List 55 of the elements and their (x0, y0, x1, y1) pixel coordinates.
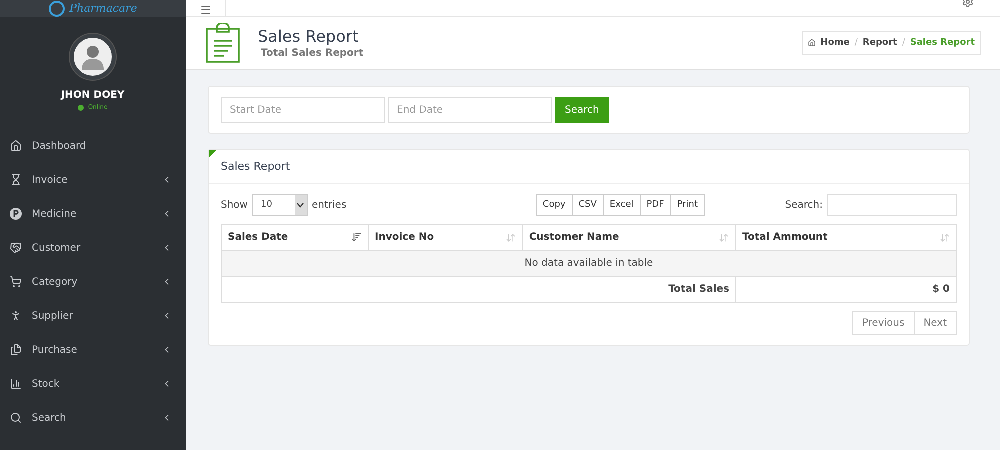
end-date-field[interactable]: End Date (388, 97, 552, 123)
breadcrumb-separator: / (902, 38, 906, 48)
sidebar-item[interactable]: Medicine (0, 197, 186, 231)
bar-chart-icon (10, 378, 22, 390)
sidebar-item[interactable]: Purchase (0, 333, 186, 367)
export-button[interactable]: PDF (640, 194, 672, 216)
person-icon (10, 310, 22, 322)
column-header[interactable]: Sales Date (222, 224, 368, 250)
column-header[interactable]: Invoice No (368, 224, 523, 250)
pagination-button[interactable]: Previous (852, 311, 915, 335)
user-name: JHON DOEY (61, 90, 125, 101)
search-field[interactable] (826, 194, 957, 216)
column-header[interactable]: Customer Name (522, 224, 736, 250)
search-icon (10, 412, 22, 424)
clipboard-icon (206, 23, 240, 63)
cart-icon (10, 276, 22, 288)
empty-message: No data available in table (222, 250, 956, 276)
page-subtitle: Total Sales Report (261, 48, 365, 59)
documents-icon (10, 344, 22, 356)
export-button[interactable]: Copy (536, 194, 573, 216)
export-button[interactable]: Excel (602, 194, 641, 216)
show-label: Show (221, 200, 248, 210)
person-silhouette-icon (82, 44, 104, 70)
corner-mark (209, 150, 217, 158)
caret-icon (297, 202, 304, 208)
page-size-select[interactable]: 10 (252, 194, 308, 216)
start-date-field[interactable]: Start Date (221, 97, 385, 123)
sidebar-item[interactable]: Search (0, 401, 186, 435)
hourglass-icon (10, 174, 22, 186)
sidebar-item[interactable]: Invoice (0, 163, 186, 197)
breadcrumb-link[interactable]: Home (820, 38, 850, 48)
card-title: Sales Report (209, 150, 969, 184)
sidebar-item[interactable]: Category (0, 265, 186, 299)
total-value: $ 0 (736, 276, 956, 302)
sidebar-item[interactable]: Supplier (0, 299, 186, 333)
export-button[interactable]: CSV (572, 194, 604, 216)
menu-icon (200, 4, 212, 16)
house-icon (10, 140, 22, 152)
page-title: Sales Report (258, 27, 360, 46)
total-label: Total Sales (222, 276, 736, 302)
sidebar-item[interactable]: Customer (0, 231, 186, 265)
house-icon (808, 39, 816, 47)
logo-icon (48, 0, 65, 16)
sidebar-item[interactable]: Dashboard (0, 129, 186, 163)
export-button[interactable]: Print (670, 194, 705, 216)
brand-name: Pharmacare (70, 2, 138, 16)
column-header[interactable]: Total Ammount (736, 224, 956, 250)
sidebar-item[interactable]: Stock (0, 367, 186, 401)
pagination-button[interactable]: Next (914, 311, 957, 335)
breadcrumb-link[interactable]: Report (862, 38, 898, 48)
handshake-icon (10, 242, 22, 254)
p-circle-icon (10, 208, 22, 220)
entries-label: entries (312, 200, 347, 210)
search-label: Search: (785, 200, 823, 210)
breadcrumb-separator: / (854, 38, 858, 48)
